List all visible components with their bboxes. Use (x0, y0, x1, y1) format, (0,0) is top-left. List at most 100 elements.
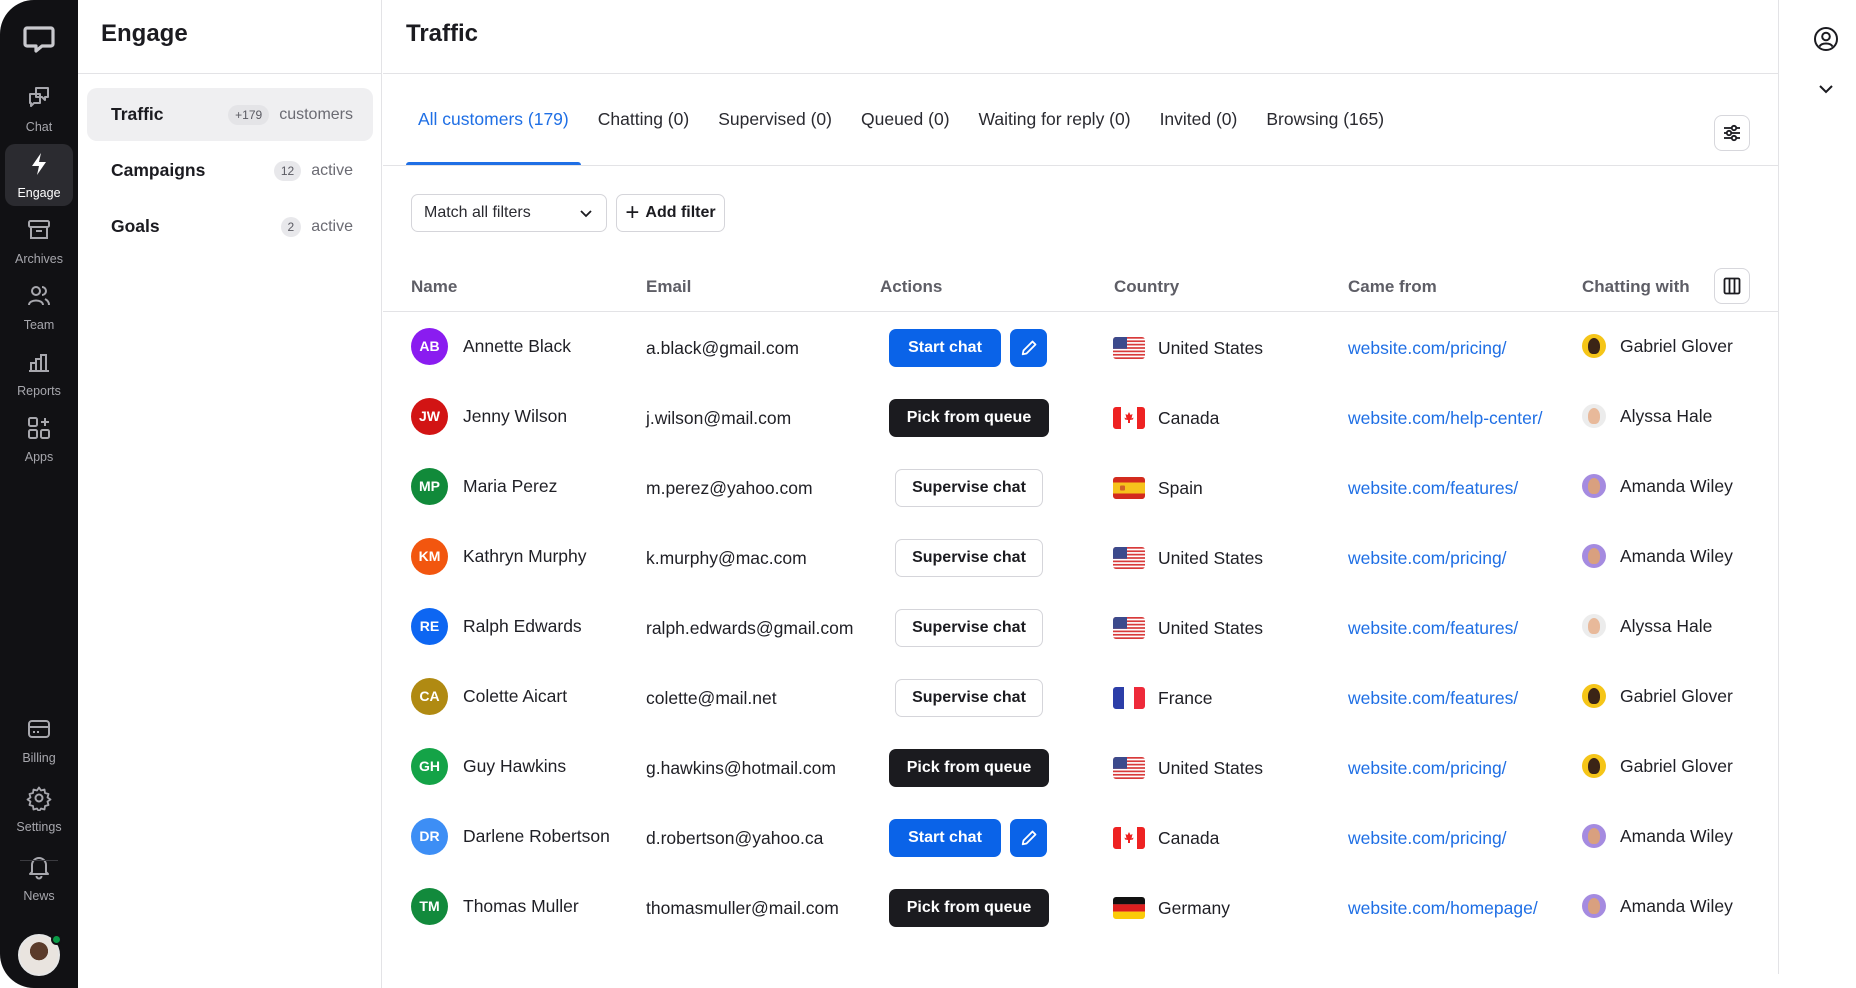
edit-button[interactable] (1010, 329, 1047, 367)
rail-item-archives[interactable]: Archives (5, 210, 73, 272)
tab-all-customers[interactable]: All customers (179) (406, 73, 581, 166)
came-from-cell: website.com/features/ (1348, 663, 1518, 733)
country-name: United States (1158, 547, 1264, 568)
customer-email: m.perez@yahoo.com (646, 477, 813, 498)
came-from-link[interactable]: website.com/pricing/ (1348, 548, 1507, 569)
supervise-chat-button[interactable]: Supervise chat (895, 679, 1043, 717)
tab-waiting-for-reply[interactable]: Waiting for reply (0) (967, 73, 1143, 165)
chevron-down-icon[interactable] (1813, 76, 1839, 102)
country-cell: United States (1113, 313, 1263, 383)
column-header-name[interactable]: Name (411, 277, 457, 297)
divider (1778, 0, 1779, 974)
column-header-chatting-with[interactable]: Chatting with (1582, 277, 1690, 297)
customer-name[interactable]: Ralph Edwards (463, 616, 582, 637)
rail-item-billing[interactable]: Billing (5, 709, 73, 771)
came-from-link[interactable]: website.com/features/ (1348, 688, 1518, 709)
supervise-chat-button[interactable]: Supervise chat (895, 469, 1043, 507)
column-header-country[interactable]: Country (1114, 277, 1179, 297)
came-from-link[interactable]: website.com/pricing/ (1348, 828, 1507, 849)
sidebar-item-goals[interactable]: Goals 2 active (87, 200, 373, 253)
rail-item-team[interactable]: Team (5, 276, 73, 338)
tab-browsing[interactable]: Browsing (165) (1254, 73, 1396, 165)
app-logo-icon[interactable] (22, 22, 56, 56)
start-chat-button[interactable]: Start chat (889, 329, 1001, 367)
customer-email: d.robertson@yahoo.ca (646, 827, 824, 848)
page-title: Traffic (406, 20, 479, 47)
came-from-link[interactable]: website.com/homepage/ (1348, 898, 1538, 919)
customer-avatar: AB (411, 327, 448, 365)
customer-name[interactable]: Jenny Wilson (463, 406, 567, 427)
supervise-chat-button[interactable]: Supervise chat (895, 609, 1043, 647)
rail-item-label: Archives (15, 251, 63, 266)
customer-name[interactable]: Maria Perez (463, 476, 557, 497)
match-filters-select[interactable]: Match all filters (411, 194, 607, 232)
pick-from-queue-button[interactable]: Pick from queue (889, 749, 1049, 787)
sidebar-item-traffic[interactable]: Traffic +179 customers (87, 88, 373, 141)
plus-icon: + (625, 199, 640, 226)
came-from-link[interactable]: website.com/help-center/ (1348, 408, 1543, 429)
edit-button[interactable] (1010, 819, 1047, 857)
rail-item-engage[interactable]: Engage (5, 144, 73, 206)
rail-item-news[interactable]: News (5, 847, 73, 909)
table-row[interactable]: KM Kathryn Murphy k.murphy@mac.com Supervis… (383, 523, 1778, 593)
view-settings-button[interactable] (1714, 115, 1750, 151)
account-icon[interactable] (1813, 26, 1839, 52)
add-filter-button[interactable]: + Add filter (616, 194, 725, 232)
sidebar-item-campaigns[interactable]: Campaigns 12 active (87, 144, 373, 197)
rail-item-apps[interactable]: Apps (5, 408, 73, 470)
actions-cell: Supervise chat (889, 593, 1043, 663)
match-filters-value: Match all filters (424, 204, 531, 221)
flag-ca-icon (1113, 827, 1145, 849)
table-row[interactable]: TM Thomas Muller thomasmuller@mail.com Pick… (383, 873, 1778, 943)
came-from-link[interactable]: website.com/features/ (1348, 618, 1518, 639)
table-row[interactable]: DR Darlene Robertson d.robertson@yahoo.ca S… (383, 803, 1778, 873)
table-row[interactable]: CA Colette Aicart colette@mail.net Supervis… (383, 663, 1778, 733)
flag-ca-icon (1113, 407, 1145, 429)
start-chat-button[interactable]: Start chat (889, 819, 1001, 857)
actions-cell: Supervise chat (889, 663, 1043, 733)
pick-from-queue-button[interactable]: Pick from queue (889, 889, 1049, 927)
bar-chart-icon (26, 349, 52, 384)
customer-avatar: GH (411, 747, 448, 785)
agent-avatar (1582, 754, 1606, 778)
came-from-cell: website.com/features/ (1348, 593, 1518, 663)
tab-invited[interactable]: Invited (0) (1148, 73, 1250, 165)
country-name: United States (1158, 617, 1264, 638)
flag-us-icon (1113, 337, 1145, 359)
customer-name[interactable]: Colette Aicart (463, 686, 567, 707)
customer-avatar: TM (411, 887, 448, 925)
customer-avatar: RE (411, 607, 448, 645)
rail-item-settings[interactable]: Settings (5, 778, 73, 840)
table-row[interactable]: GH Guy Hawkins g.hawkins@hotmail.com Pick f… (383, 733, 1778, 803)
user-avatar[interactable] (18, 934, 62, 976)
agent-avatar (1582, 404, 1606, 428)
country-name: United States (1158, 337, 1264, 358)
supervise-chat-button[interactable]: Supervise chat (895, 539, 1043, 577)
table-row[interactable]: RE Ralph Edwards ralph.edwards@gmail.com Su… (383, 593, 1778, 663)
table-row[interactable]: AB Annette Black a.black@gmail.com Start ch… (383, 313, 1778, 383)
tab-queued[interactable]: Queued (0) (849, 73, 962, 165)
came-from-link[interactable]: website.com/pricing/ (1348, 758, 1507, 779)
rail-item-chat[interactable]: Chat (5, 78, 73, 140)
tab-supervised[interactable]: Supervised (0) (706, 73, 844, 165)
column-header-email[interactable]: Email (646, 277, 691, 297)
pick-from-queue-button[interactable]: Pick from queue (889, 399, 1049, 437)
tab-chatting[interactable]: Chatting (0) (586, 73, 701, 165)
table-row[interactable]: JW Jenny Wilson j.wilson@mail.com Pick from… (383, 383, 1778, 453)
customer-email: k.murphy@mac.com (646, 547, 807, 568)
agent-name: Gabriel Glover (1620, 755, 1733, 776)
came-from-link[interactable]: website.com/features/ (1348, 478, 1518, 499)
agent-avatar (1582, 824, 1606, 848)
table-row[interactable]: MP Maria Perez m.perez@yahoo.com Supervise … (383, 453, 1778, 523)
customer-name[interactable]: Darlene Robertson (463, 826, 610, 847)
chatting-with-cell: Gabriel Glover (1582, 311, 1733, 381)
columns-toggle-button[interactable] (1714, 268, 1750, 304)
rail-item-reports[interactable]: Reports (5, 342, 73, 404)
customer-name[interactable]: Thomas Muller (463, 896, 579, 917)
came-from-link[interactable]: website.com/pricing/ (1348, 338, 1507, 359)
column-header-came-from[interactable]: Came from (1348, 277, 1437, 297)
customer-name[interactable]: Kathryn Murphy (463, 546, 587, 567)
chatting-with-cell: Amanda Wiley (1582, 451, 1733, 521)
customer-name[interactable]: Guy Hawkins (463, 756, 566, 777)
customer-name[interactable]: Annette Black (463, 336, 571, 357)
